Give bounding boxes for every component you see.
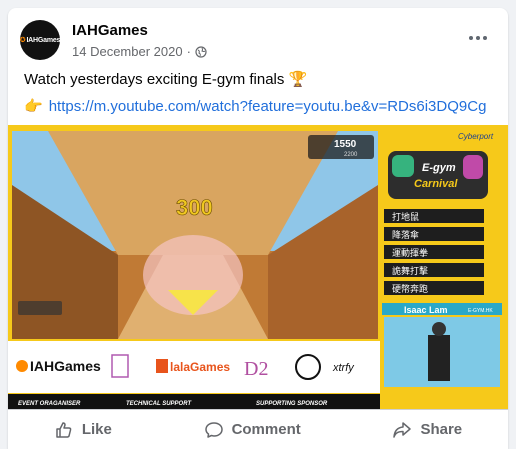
cyberport-logo: Cyberport — [458, 132, 494, 141]
carnival-line1: E-gym — [422, 162, 456, 174]
post-header: ✪ IAHGames IAHGames 14 December 2020 · — [20, 20, 496, 62]
sponsor-xtrfy: xtrfy — [332, 362, 355, 374]
comment-button[interactable]: Comment — [186, 414, 319, 446]
comment-icon — [204, 421, 223, 438]
menu-item-label: 運動揮拳 — [392, 247, 428, 259]
label-sponsor: SUPPORTING SPONSOR — [256, 401, 328, 407]
label-technical: TECHNICAL SUPPORT — [126, 401, 192, 407]
post-actions: Like Comment Share — [8, 409, 508, 449]
label-organiser: EVENT ORAGANISER — [18, 401, 81, 407]
avatar-text: IAHGames — [26, 36, 61, 44]
dot-icon — [469, 36, 473, 40]
page-name[interactable]: IAHGames — [72, 22, 148, 39]
like-button[interactable]: Like — [36, 414, 130, 446]
top-score: 1550 — [334, 139, 357, 150]
post-date[interactable]: 14 December 2020 — [72, 44, 183, 59]
logo-icon: ✪ — [19, 37, 26, 44]
post-message-text: Watch yesterdays exciting E-gym finals — [24, 71, 285, 88]
carnival-line2: Carnival — [414, 178, 458, 190]
post-card: ✪ IAHGames IAHGames 14 December 2020 · Wa… — [8, 8, 508, 449]
sponsor-d2: D2 — [244, 358, 268, 380]
post-meta: 14 December 2020 · — [72, 44, 207, 59]
share-button[interactable]: Share — [374, 414, 480, 446]
gamepad-icon — [392, 155, 414, 177]
avatar[interactable]: ✪ IAHGames — [20, 20, 60, 60]
player-tag: E-GYM.HK — [468, 308, 493, 314]
dot-icon — [476, 36, 480, 40]
dot-icon — [483, 36, 487, 40]
menu-item-label: 降落傘 — [392, 229, 419, 241]
post-message: Watch yesterdays exciting E-gym finals 🏆 — [24, 70, 307, 90]
menu-item-label: 詭舞打擊 — [392, 265, 428, 277]
thumbs-up-icon — [56, 421, 72, 438]
share-icon — [393, 421, 412, 438]
player-figure — [428, 335, 450, 381]
player-head — [432, 322, 446, 336]
trophy-icon: 🏆 — [288, 71, 308, 88]
share-label: Share — [420, 421, 463, 438]
pointing-hand-icon: 👉 — [24, 98, 43, 115]
comment-label: Comment — [231, 421, 301, 438]
like-label: Like — [81, 421, 112, 438]
video-thumbnail[interactable]: 300 1550 2200 Cyberport E-gym Carnival 打… — [8, 125, 508, 410]
more-options-button[interactable] — [464, 28, 492, 48]
game-menu: 打地鼠 降落傘 運動揮拳 詭舞打擊 硬幣奔跑 — [384, 209, 484, 295]
top-sub-score: 2200 — [344, 152, 358, 158]
globe-icon — [195, 45, 207, 58]
menu-item-label: 打地鼠 — [392, 211, 419, 223]
menu-item-label: 硬幣奔跑 — [392, 283, 428, 295]
game-hint — [18, 301, 62, 315]
post-link-line: 👉 https://m.youtube.com/watch?feature=yo… — [24, 97, 486, 117]
youtube-link[interactable]: https://m.youtube.com/watch?feature=yout… — [49, 97, 487, 117]
right-bottom-strip — [380, 387, 508, 410]
iah-logo-icon — [16, 360, 28, 372]
lala-logo-icon — [156, 359, 168, 373]
thumbnail-graphic: 300 1550 2200 Cyberport E-gym Carnival 打… — [8, 131, 508, 410]
dumbbell-icon — [463, 155, 483, 179]
sponsor-lala: lalaGames — [170, 360, 230, 374]
sponsor-iah: IAHGames — [30, 358, 101, 374]
player-name: Isaac Lam — [404, 305, 448, 315]
game-score: 300 — [176, 195, 213, 220]
